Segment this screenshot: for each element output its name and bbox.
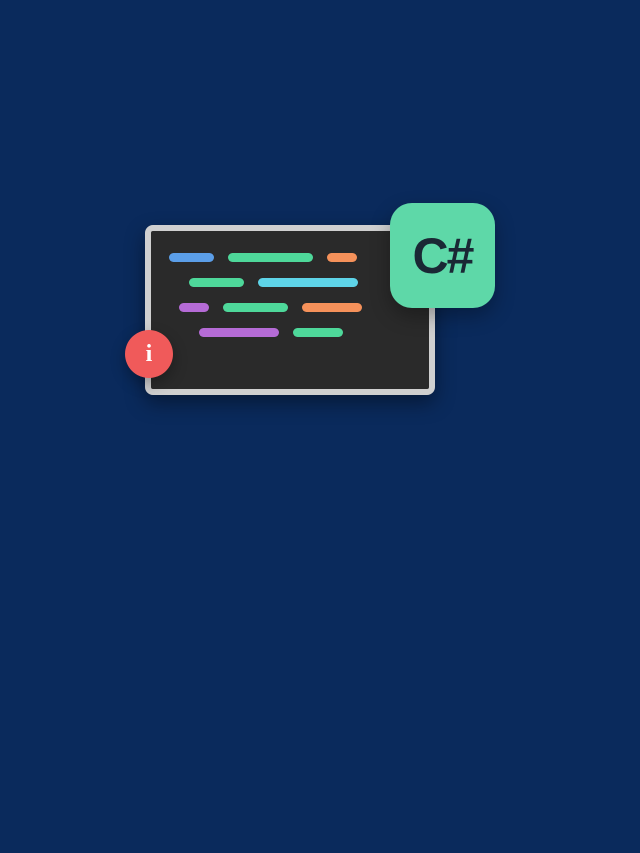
- info-label: i: [146, 341, 153, 368]
- code-segment: [327, 253, 357, 262]
- code-line: [169, 303, 411, 312]
- csharp-illustration: C# i: [145, 215, 495, 415]
- code-line: [169, 253, 411, 262]
- csharp-label: C#: [413, 227, 473, 285]
- code-segment: [258, 278, 358, 287]
- code-segment: [179, 303, 209, 312]
- code-segment: [199, 328, 279, 337]
- code-line: [169, 278, 411, 287]
- code-segment: [293, 328, 343, 337]
- code-segment: [189, 278, 244, 287]
- csharp-badge-icon: C#: [390, 203, 495, 308]
- code-segment: [302, 303, 362, 312]
- code-line: [169, 328, 411, 337]
- info-badge-icon: i: [125, 330, 173, 378]
- code-segment: [223, 303, 288, 312]
- code-segment: [169, 253, 214, 262]
- code-segment: [228, 253, 313, 262]
